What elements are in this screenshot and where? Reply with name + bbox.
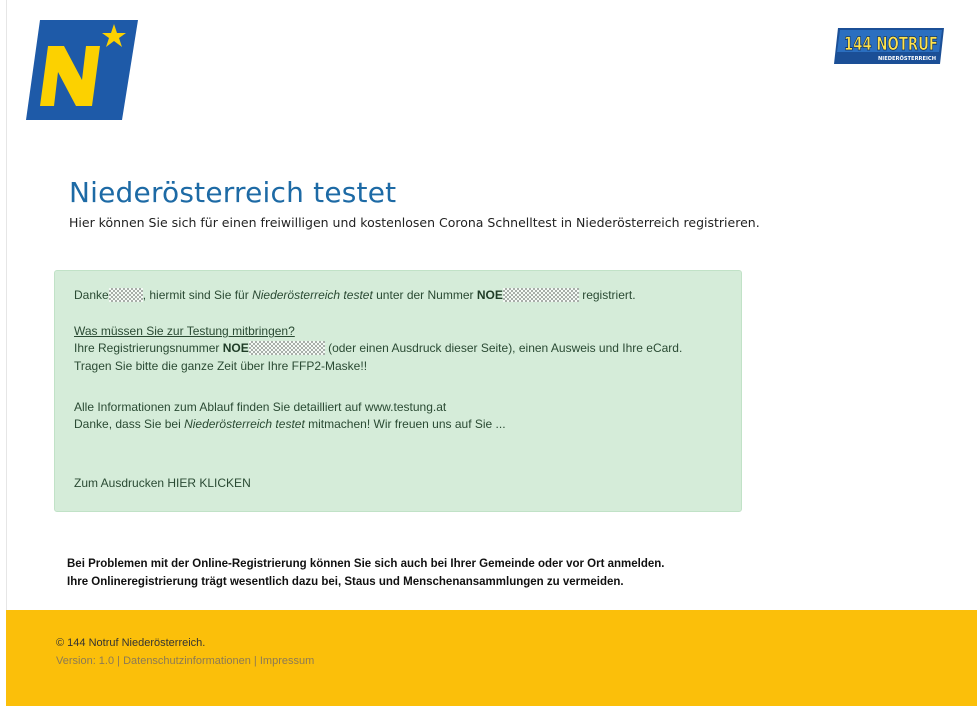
page-subtitle: Hier können Sie sich für einen freiwilli…: [69, 215, 760, 230]
footer-separator: |: [250, 655, 260, 667]
page-title: Niederösterreich testet: [69, 176, 397, 209]
info-line: Alle Informationen zum Ablauf finden Sie…: [74, 400, 447, 414]
participation-thanks-prefix: Danke, dass Sie bei: [74, 417, 185, 431]
participation-thanks-line: Danke, dass Sie bei Niederösterreich tes…: [74, 416, 506, 432]
footer-copyright: © 144 Notruf Niederösterreich.: [56, 637, 206, 649]
bring-text-prefix: Ihre Registrierungsnummer: [74, 341, 223, 355]
footer-links: Version: 1.0 | Datenschutzinformationen …: [56, 655, 314, 667]
mask-reminder: Tragen Sie bitte die ganze Zeit über Ihr…: [74, 359, 368, 373]
redacted-registration-number-2: [248, 341, 325, 355]
bring-text-suffix: (oder einen Ausdruck dieser Seite), eine…: [324, 341, 683, 355]
number-intro-text: unter der Nummer: [372, 288, 477, 302]
notruf-logo-subtext: NIEDERÖSTERREICH: [878, 55, 936, 62]
registered-suffix-text: registriert.: [578, 288, 636, 302]
version-text: Version: 1.0: [56, 655, 115, 667]
page: 144 NOTRUF NIEDERÖSTERREICH Niederösterr…: [0, 0, 977, 706]
notice-line-2: Ihre Onlineregistrierung trägt wesentlic…: [67, 576, 624, 588]
left-border-line: [6, 0, 7, 610]
notruf-logo-text: 144 NOTRUF: [844, 33, 938, 55]
footer: © 144 Notruf Niederösterreich. Version: …: [6, 610, 977, 706]
registration-confirmation-box: Danke , hiermit sind Sie für Niederösterr…: [54, 270, 742, 512]
notice-line-1: Bei Problemen mit der Online-Registrieru…: [67, 558, 665, 570]
registration-notice: Bei Problemen mit der Online-Registrieru…: [67, 555, 665, 591]
footer-separator: |: [114, 655, 124, 667]
participation-thanks-suffix: mitmachen! Wir freuen uns auf Sie ...: [304, 417, 506, 431]
bring-number-prefix: NOE: [222, 341, 249, 355]
program-name-text: Niederösterreich testet: [252, 288, 373, 302]
imprint-link[interactable]: Impressum: [260, 655, 314, 667]
redacted-registration-number: [502, 288, 579, 302]
noe-logo-icon: [26, 20, 138, 120]
notruf-144-logo-icon: 144 NOTRUF NIEDERÖSTERREICH: [834, 28, 944, 64]
privacy-link[interactable]: Datenschutzinformationen: [123, 655, 251, 667]
registration-confirmation-line: Danke , hiermit sind Sie für Niederösterr…: [74, 287, 636, 303]
print-link[interactable]: Zum Ausdrucken HIER KLICKEN: [74, 475, 251, 491]
thanks-prefix-text: Danke: [74, 288, 109, 302]
redacted-name: [108, 288, 143, 302]
registration-number-prefix: NOE: [476, 288, 503, 302]
bring-heading: Was müssen Sie zur Testung mitbringen?: [74, 324, 295, 338]
thanks-middle-text: , hiermit sind Sie für: [142, 288, 253, 302]
participation-program-name: Niederösterreich testet: [184, 417, 305, 431]
bring-requirements-line: Ihre Registrierungsnummer NOE (oder eine…: [74, 340, 682, 356]
